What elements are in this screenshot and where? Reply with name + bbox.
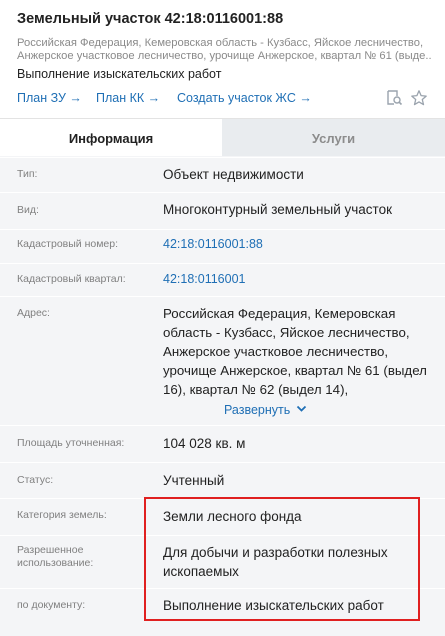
row-area: Площадь уточненная: 104 028 кв. м [0, 425, 445, 461]
row-value-line: ископаемых [163, 564, 239, 579]
row-value: Земли лесного фонда [163, 509, 302, 524]
row-status: Статус: Учтенный [0, 462, 445, 497]
chevron-down-icon [296, 405, 306, 412]
header-address-line-2: Анжерское участковое лесничество, урочищ… [17, 50, 432, 62]
row-label-line: использование: [17, 557, 94, 569]
row-by-document: по документу: Выполнение изыскательских … [0, 588, 445, 624]
row-value: Многоконтурный земельный участок [163, 202, 392, 217]
row-label: Кадастровый квартал: [17, 273, 126, 285]
row-value: Выполнение изыскательских работ [163, 598, 384, 613]
row-label: Вид: [17, 204, 39, 216]
row-land-category: Категория земель: Земли лесного фонда [0, 498, 445, 534]
plan-kk-link[interactable]: План КК → [96, 91, 160, 105]
cadastral-quarter-link[interactable]: 42:18:0116001 [163, 270, 246, 289]
row-type: Тип: Объект недвижимости [0, 157, 445, 191]
row-value: 104 028 кв. м [163, 436, 246, 451]
row-cadastral-number: Кадастровый номер: 42:18:0116001:88 [0, 229, 445, 262]
header-purpose: Выполнение изыскательских работ [17, 67, 222, 81]
row-address: Адрес: Российская Федерация, Кемеровская… [0, 296, 445, 424]
star-icon[interactable] [410, 89, 428, 107]
row-value: Учтенный [163, 473, 225, 488]
row-label: Категория земель: [17, 509, 107, 521]
tab-information[interactable]: Информация [0, 119, 222, 157]
row-label: Площадь уточненная: [17, 437, 125, 449]
plan-zu-link[interactable]: План ЗУ → [17, 91, 82, 105]
row-label: по документу: [17, 599, 86, 611]
search-document-icon[interactable] [385, 89, 403, 107]
row-cadastral-quarter: Кадастровый квартал: 42:18:0116001 [0, 263, 445, 296]
row-label: Разрешенное использование: [17, 544, 93, 570]
header-address: Российская Федерация, Кемеровская област… [17, 37, 432, 63]
page-title: Земельный участок 42:18:0116001:88 [17, 11, 284, 27]
create-zhs-link[interactable]: Создать участок ЖС → [177, 91, 312, 105]
row-label-line: Разрешенное [17, 544, 84, 556]
cadastral-number-link[interactable]: 42:18:0116001:88 [163, 235, 263, 254]
expand-address-button[interactable]: Развернуть [224, 403, 307, 417]
row-permitted-use: Разрешенное использование: Для добычи и … [0, 535, 445, 587]
row-label: Адрес: [17, 307, 50, 319]
card-header: Земельный участок 42:18:0116001:88 Росси… [0, 0, 445, 118]
row-value: Объект недвижимости [163, 167, 304, 182]
row-label: Кадастровый номер: [17, 238, 119, 250]
header-address-line-1: Российская Федерация, Кемеровская област… [17, 37, 424, 49]
row-value-line: Для добычи и разработки полезных [163, 545, 388, 560]
tab-bar: Информация Услуги [0, 118, 445, 157]
row-label: Статус: [17, 474, 54, 486]
tab-services[interactable]: Услуги [222, 119, 445, 157]
row-kind: Вид: Многоконтурный земельный участок [0, 192, 445, 228]
row-label: Тип: [17, 168, 38, 180]
row-value-address: Российская Федерация, Кемеровская област… [163, 306, 427, 397]
row-value: Для добычи и разработки полезных ископае… [163, 543, 388, 581]
expand-label: Развернуть [224, 403, 291, 417]
